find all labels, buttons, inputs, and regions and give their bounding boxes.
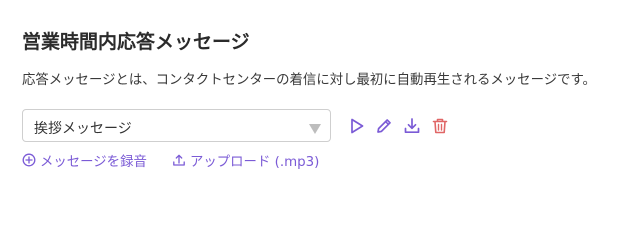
- edit-icon: [374, 116, 394, 136]
- play-button[interactable]: [347, 116, 367, 136]
- edit-button[interactable]: [374, 116, 394, 136]
- upload-mp3-label: アップロード (.mp3): [190, 155, 320, 170]
- record-message-label: メッセージを録音: [40, 155, 147, 170]
- upload-mp3-link[interactable]: アップロード (.mp3): [172, 151, 320, 170]
- record-message-link[interactable]: メッセージを録音: [22, 151, 147, 170]
- plus-circle-icon: [22, 153, 36, 167]
- download-icon: [402, 116, 422, 136]
- message-select[interactable]: 挨拶メッセージ: [22, 109, 331, 142]
- download-button[interactable]: [402, 116, 422, 136]
- trash-icon: [430, 116, 450, 136]
- section-title: 営業時間内応答メッセージ: [22, 31, 250, 53]
- dropdown-arrow-icon: [308, 120, 322, 134]
- play-icon: [347, 116, 367, 136]
- delete-button[interactable]: [430, 116, 450, 136]
- message-select-value: 挨拶メッセージ: [34, 121, 132, 137]
- upload-icon: [172, 153, 186, 167]
- section-description: 応答メッセージとは、コンタクトセンターの着信に対し最初に自動再生されるメッセージ…: [22, 73, 596, 88]
